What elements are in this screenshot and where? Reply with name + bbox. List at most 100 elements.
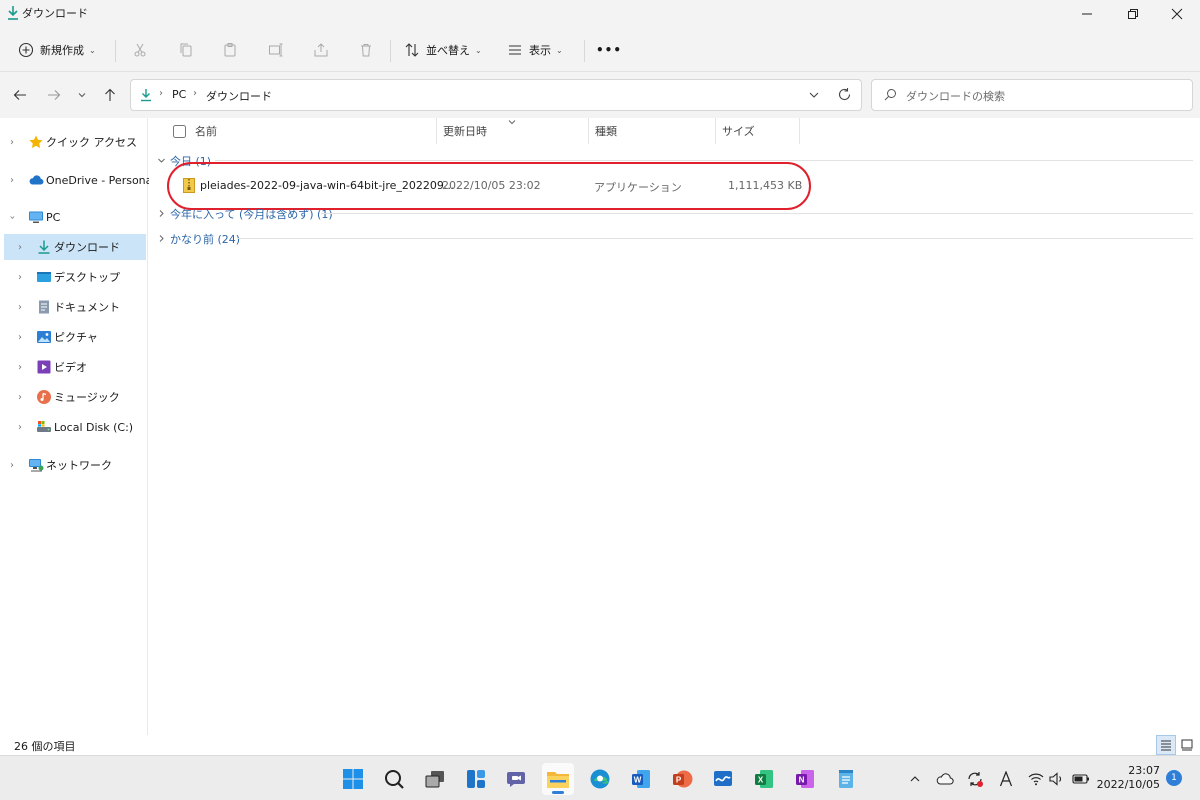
checkbox-icon: [173, 124, 186, 138]
cut-button[interactable]: [126, 36, 154, 64]
sidebar-item-music[interactable]: › ミュージック: [0, 384, 148, 410]
column-divider[interactable]: [799, 118, 800, 144]
group-divider: [215, 160, 1193, 161]
file-explorer-button[interactable]: [542, 763, 574, 795]
sidebar-item-quick-access[interactable]: › クイック アクセス: [0, 129, 148, 155]
column-divider[interactable]: [436, 118, 437, 144]
copy-button[interactable]: [172, 36, 200, 64]
volume-button[interactable]: [1047, 769, 1067, 789]
details-view-button[interactable]: [1156, 735, 1176, 755]
chevron-right-icon[interactable]: ›: [10, 460, 14, 471]
edge-button[interactable]: [584, 763, 616, 795]
group-header-long-ago[interactable]: かなり前 (24): [149, 228, 1193, 248]
chevron-right-icon[interactable]: ›: [18, 392, 22, 403]
title-bar: ダウンロード: [0, 0, 1200, 28]
navigation-pane: › クイック アクセス › OneDrive - Personal › PC ›…: [0, 118, 155, 735]
teams-chat-button[interactable]: [501, 763, 533, 795]
select-all-checkbox[interactable]: [173, 118, 186, 144]
powerpoint-button[interactable]: P: [666, 763, 698, 795]
chevron-right-icon[interactable]: ›: [10, 175, 14, 186]
clipboard-icon: [224, 43, 236, 57]
cloud-icon: [28, 172, 44, 188]
share-button[interactable]: [307, 36, 335, 64]
show-hidden-icons-button[interactable]: [905, 769, 925, 789]
group-header-this-year[interactable]: 今年に入って (今月は含めず) (1): [149, 203, 1193, 223]
wifi-button[interactable]: [1026, 769, 1046, 789]
arrow-up-icon: [105, 88, 115, 101]
start-button[interactable]: [337, 763, 369, 795]
search-input[interactable]: [906, 87, 1176, 105]
widgets-button[interactable]: [460, 763, 492, 795]
search-box[interactable]: [871, 79, 1193, 111]
chevron-down-icon[interactable]: ›: [7, 215, 18, 219]
minimize-button[interactable]: [1064, 0, 1110, 28]
restore-button[interactable]: [1110, 0, 1156, 28]
paste-button[interactable]: [216, 36, 244, 64]
breadcrumb-pc[interactable]: PC: [172, 88, 186, 101]
column-header-type[interactable]: 種類: [595, 118, 617, 144]
chevron-right-icon[interactable]: ›: [18, 332, 22, 343]
sidebar-item-videos[interactable]: › ビデオ: [0, 354, 148, 380]
sidebar-item-pc[interactable]: › PC: [0, 204, 148, 230]
forward-button[interactable]: [42, 83, 66, 107]
column-divider[interactable]: [588, 118, 589, 144]
column-header-modified[interactable]: 更新日時: [443, 118, 487, 144]
sort-button[interactable]: 並べ替え ⌄: [404, 36, 482, 64]
back-button[interactable]: [8, 83, 32, 107]
word-button[interactable]: W: [625, 763, 657, 795]
ime-mode-button[interactable]: [996, 769, 1016, 789]
rename-button[interactable]: [262, 36, 290, 64]
up-button[interactable]: [98, 83, 122, 107]
clock-button[interactable]: 23:07 2022/10/05: [1096, 764, 1160, 792]
task-view-button[interactable]: [419, 763, 451, 795]
large-icons-view-button[interactable]: [1177, 735, 1197, 755]
chevron-right-icon[interactable]: ›: [18, 272, 22, 283]
onenote-button[interactable]: N: [789, 763, 821, 795]
notepad-button[interactable]: [830, 763, 862, 795]
sidebar-item-desktop[interactable]: › デスクトップ: [0, 264, 148, 290]
refresh-button[interactable]: [837, 87, 852, 105]
excel-button[interactable]: X: [748, 763, 780, 795]
chevron-right-icon[interactable]: ›: [18, 302, 22, 313]
svg-text:N: N: [799, 776, 805, 785]
search-button[interactable]: [378, 763, 410, 795]
onedrive-tray-button[interactable]: [935, 769, 955, 789]
group-divider: [321, 213, 1193, 214]
copy-icon: [180, 43, 192, 57]
more-options-button[interactable]: •••: [596, 36, 622, 64]
command-bar: 新規作成 ⌄ 並べ替え ⌄ 表示 ⌄ •••: [0, 28, 1200, 72]
notification-badge[interactable]: 1: [1166, 770, 1182, 786]
sidebar-item-network[interactable]: › ネットワーク: [0, 452, 148, 478]
column-header-name[interactable]: 名前: [195, 118, 217, 144]
sidebar-item-label: ビデオ: [54, 361, 87, 374]
divider: [584, 40, 585, 62]
sync-tray-button[interactable]: [965, 769, 985, 789]
sidebar-item-label: ダウンロード: [54, 241, 120, 254]
chevron-right-icon: [159, 210, 164, 217]
chevron-right-icon[interactable]: ›: [18, 242, 22, 253]
chevron-right-icon[interactable]: ›: [10, 137, 14, 148]
excel-icon: X: [755, 770, 773, 788]
address-dropdown-button[interactable]: [807, 88, 821, 105]
sidebar-item-local-disk[interactable]: › Local Disk (C:): [0, 414, 148, 440]
chevron-right-icon[interactable]: ›: [18, 422, 22, 433]
wifi-icon: [1028, 773, 1044, 786]
whiteboard-button[interactable]: [707, 763, 739, 795]
close-button[interactable]: [1154, 0, 1200, 28]
sidebar-item-downloads[interactable]: › ダウンロード: [4, 234, 146, 260]
chevron-right-icon[interactable]: ›: [18, 362, 22, 373]
column-divider[interactable]: [715, 118, 716, 144]
sidebar-item-onedrive[interactable]: › OneDrive - Personal: [0, 167, 155, 193]
delete-button[interactable]: [352, 36, 380, 64]
new-button[interactable]: 新規作成 ⌄: [18, 36, 96, 64]
edge-icon: [590, 769, 610, 789]
view-button[interactable]: 表示 ⌄: [507, 36, 563, 64]
network-icon: [28, 457, 44, 473]
sidebar-item-pictures[interactable]: › ピクチャ: [0, 324, 148, 350]
address-bar[interactable]: › PC › ダウンロード: [130, 79, 862, 111]
column-header-size[interactable]: サイズ: [722, 118, 755, 144]
recent-locations-button[interactable]: [70, 83, 94, 107]
battery-button[interactable]: [1071, 769, 1091, 789]
breadcrumb-downloads[interactable]: ダウンロード: [206, 88, 272, 104]
sidebar-item-documents[interactable]: › ドキュメント: [0, 294, 148, 320]
